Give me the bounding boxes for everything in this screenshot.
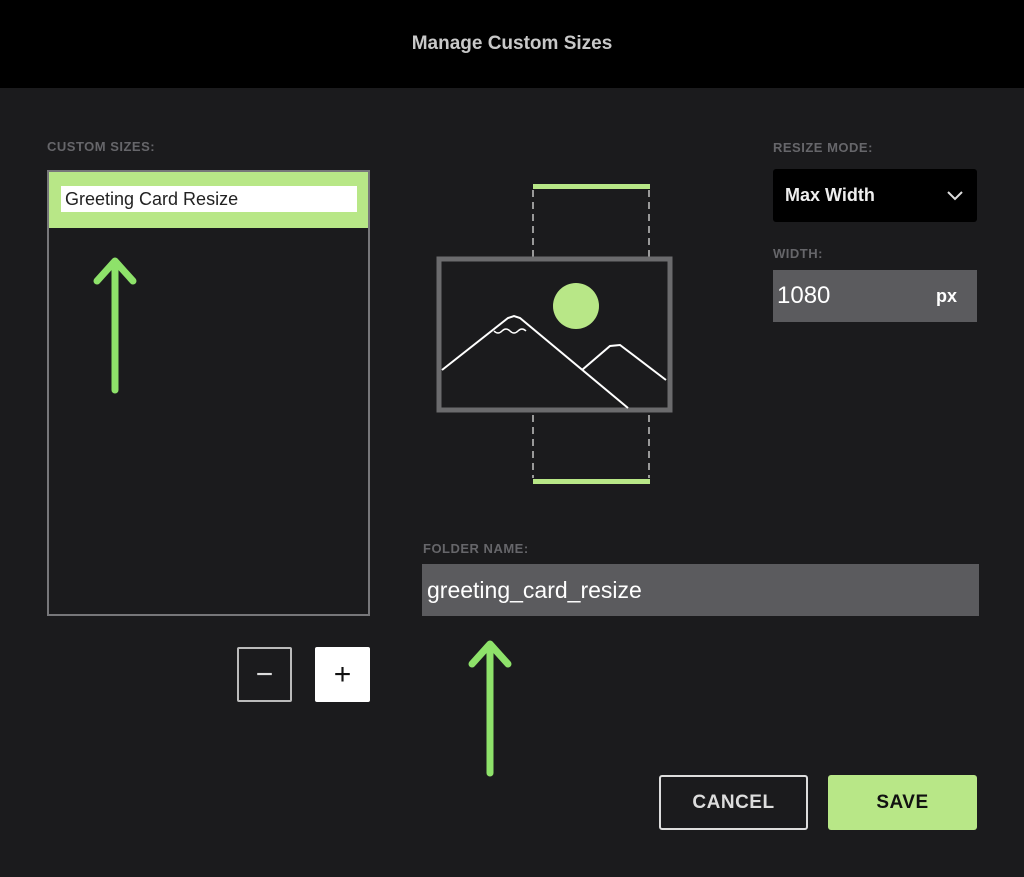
annotation-arrow-icon <box>93 257 137 394</box>
resize-preview-illustration <box>436 184 673 484</box>
cancel-button[interactable]: CANCEL <box>659 775 808 830</box>
custom-sizes-label: CUSTOM SIZES: <box>47 139 156 154</box>
folder-name-input[interactable]: greeting_card_resize <box>422 564 979 616</box>
resize-mode-value: Max Width <box>785 185 875 205</box>
size-name-input[interactable] <box>61 186 357 212</box>
dialog-header: Manage Custom Sizes <box>0 0 1024 88</box>
resize-mode-select[interactable]: Max Width <box>773 169 977 222</box>
folder-name-label: FOLDER NAME: <box>423 541 529 556</box>
sun-icon <box>553 283 599 329</box>
width-input[interactable]: 1080 px <box>773 270 977 322</box>
width-label: WIDTH: <box>773 246 823 261</box>
remove-size-button[interactable]: − <box>237 647 292 702</box>
chevron-down-icon <box>947 190 963 200</box>
list-item[interactable] <box>49 172 368 228</box>
width-unit: px <box>935 285 957 306</box>
image-frame-icon <box>436 256 673 413</box>
save-button[interactable]: SAVE <box>828 775 977 830</box>
add-size-button[interactable]: + <box>315 647 370 702</box>
annotation-arrow-icon <box>468 640 512 777</box>
top-bound-bar <box>533 184 650 189</box>
resize-mode-label: RESIZE MODE: <box>773 140 873 155</box>
bottom-bound-bar <box>533 479 650 484</box>
width-value: 1080 <box>777 282 831 309</box>
dialog-title: Manage Custom Sizes <box>411 33 613 54</box>
